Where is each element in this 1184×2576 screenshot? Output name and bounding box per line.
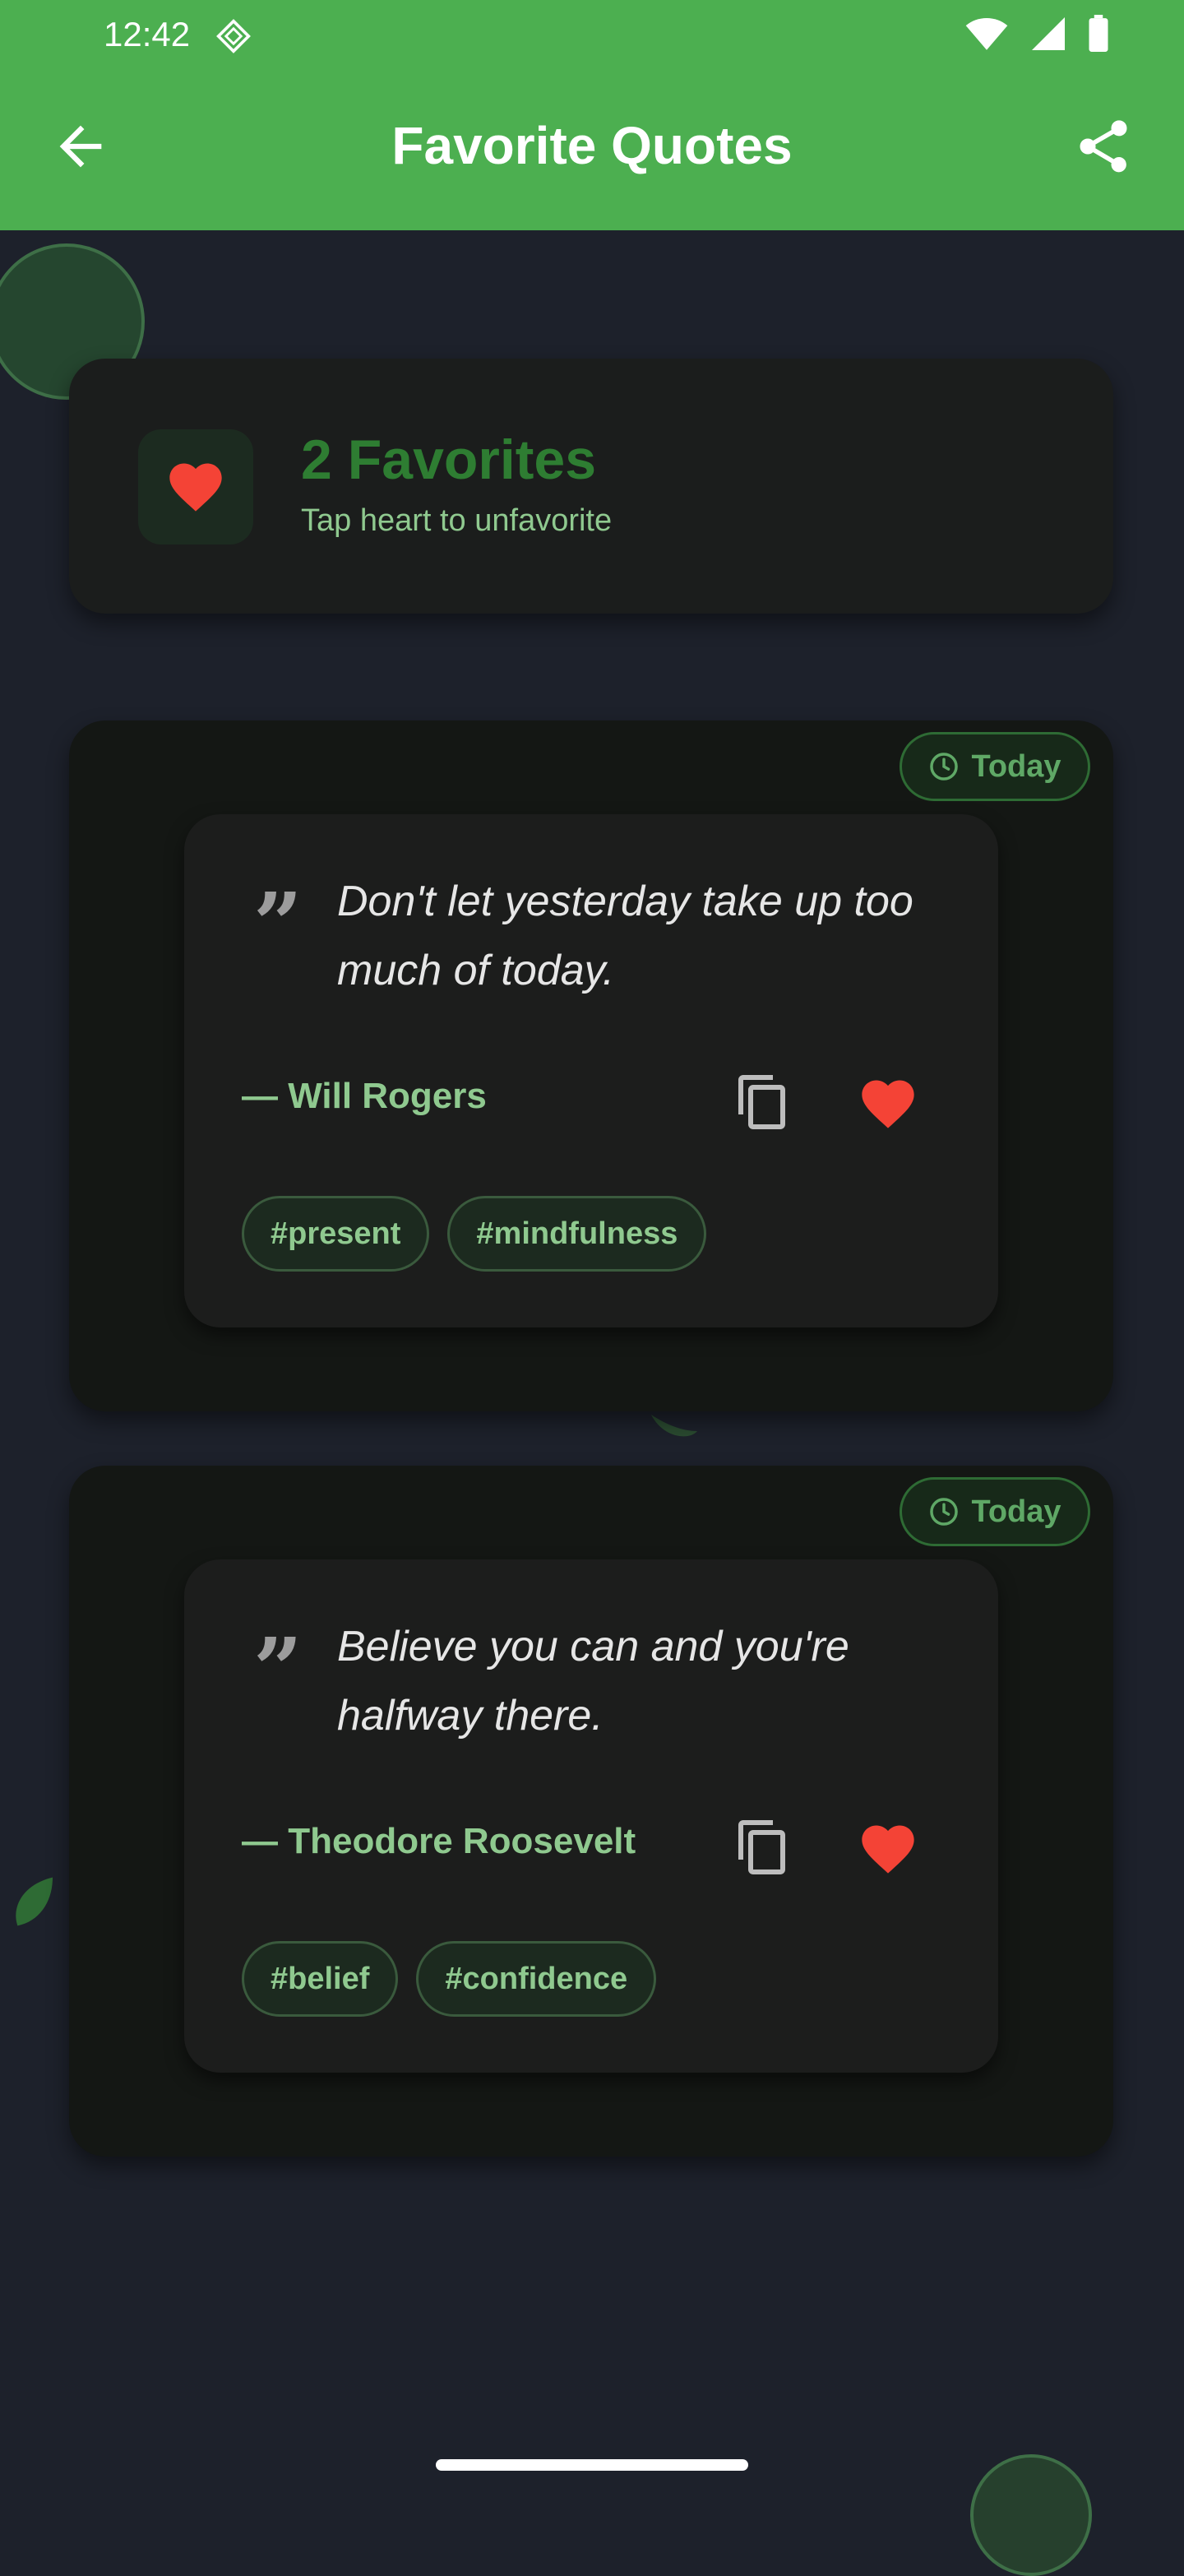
quote-author: — Theodore Roosevelt [242,1821,636,1861]
home-indicator[interactable] [436,2459,748,2471]
copy-button[interactable] [733,1818,793,1877]
tag-chip[interactable]: #present [242,1196,430,1272]
favorites-heart-badge [138,429,253,544]
leaf-decoration-icon [651,1415,697,1437]
share-button[interactable] [1072,115,1135,178]
today-chip-label: Today [971,1494,1061,1529]
clock-icon [930,753,959,781]
tag-chip[interactable]: #confidence [416,1941,657,2017]
diamond-status-icon [216,19,251,53]
quote-text: Believe you can and you're halfway there… [337,1623,849,1740]
favorites-summary-card: 2 Favorites Tap heart to unfavorite [69,359,1113,614]
tag-chip[interactable]: #mindfulness [447,1196,707,1272]
quote-author: — Will Rogers [242,1076,487,1116]
copy-button[interactable] [733,1073,793,1132]
format-quote-icon: ” [253,873,303,975]
tag-chip[interactable]: #belief [242,1941,399,2017]
leaf-decoration-icon [16,1877,53,1926]
today-chip-label: Today [971,748,1061,784]
battery-icon [1089,15,1108,52]
quote-content: ” Don't let yesterday take up too much o… [184,814,998,1327]
unfavorite-heart-button[interactable] [857,1818,919,1880]
status-time: 12:42 [104,15,191,53]
quote-card: Today ” Believe you can and you're halfw… [69,1466,1113,2157]
today-chip: Today [900,732,1090,801]
favorites-hint: Tap heart to unfavorite [301,503,613,538]
unfavorite-heart-button[interactable] [857,1073,919,1135]
tag-list: #belief #confidence [242,1941,657,2017]
today-chip: Today [900,1477,1090,1546]
format-quote-icon: ” [253,1619,303,1720]
quote-card: Today ” Don't let yesterday take up too … [69,720,1113,1411]
app-bar: 12:42 Favorite Quotes [0,0,1184,230]
tag-list: #present #mindfulness [242,1196,707,1272]
status-icons [964,15,1110,53]
quote-text: Don't let yesterday take up too much of … [337,878,913,994]
wifi-icon [965,18,1008,50]
clock-icon [930,1498,959,1526]
favorites-count: 2 Favorites [301,429,597,491]
quote-content: ” Believe you can and you're halfway the… [184,1559,998,2073]
heart-icon [169,463,222,512]
decorative-circle [970,2454,1092,2576]
cellular-signal-icon [1032,17,1065,50]
page-title: Favorite Quotes [391,116,793,175]
